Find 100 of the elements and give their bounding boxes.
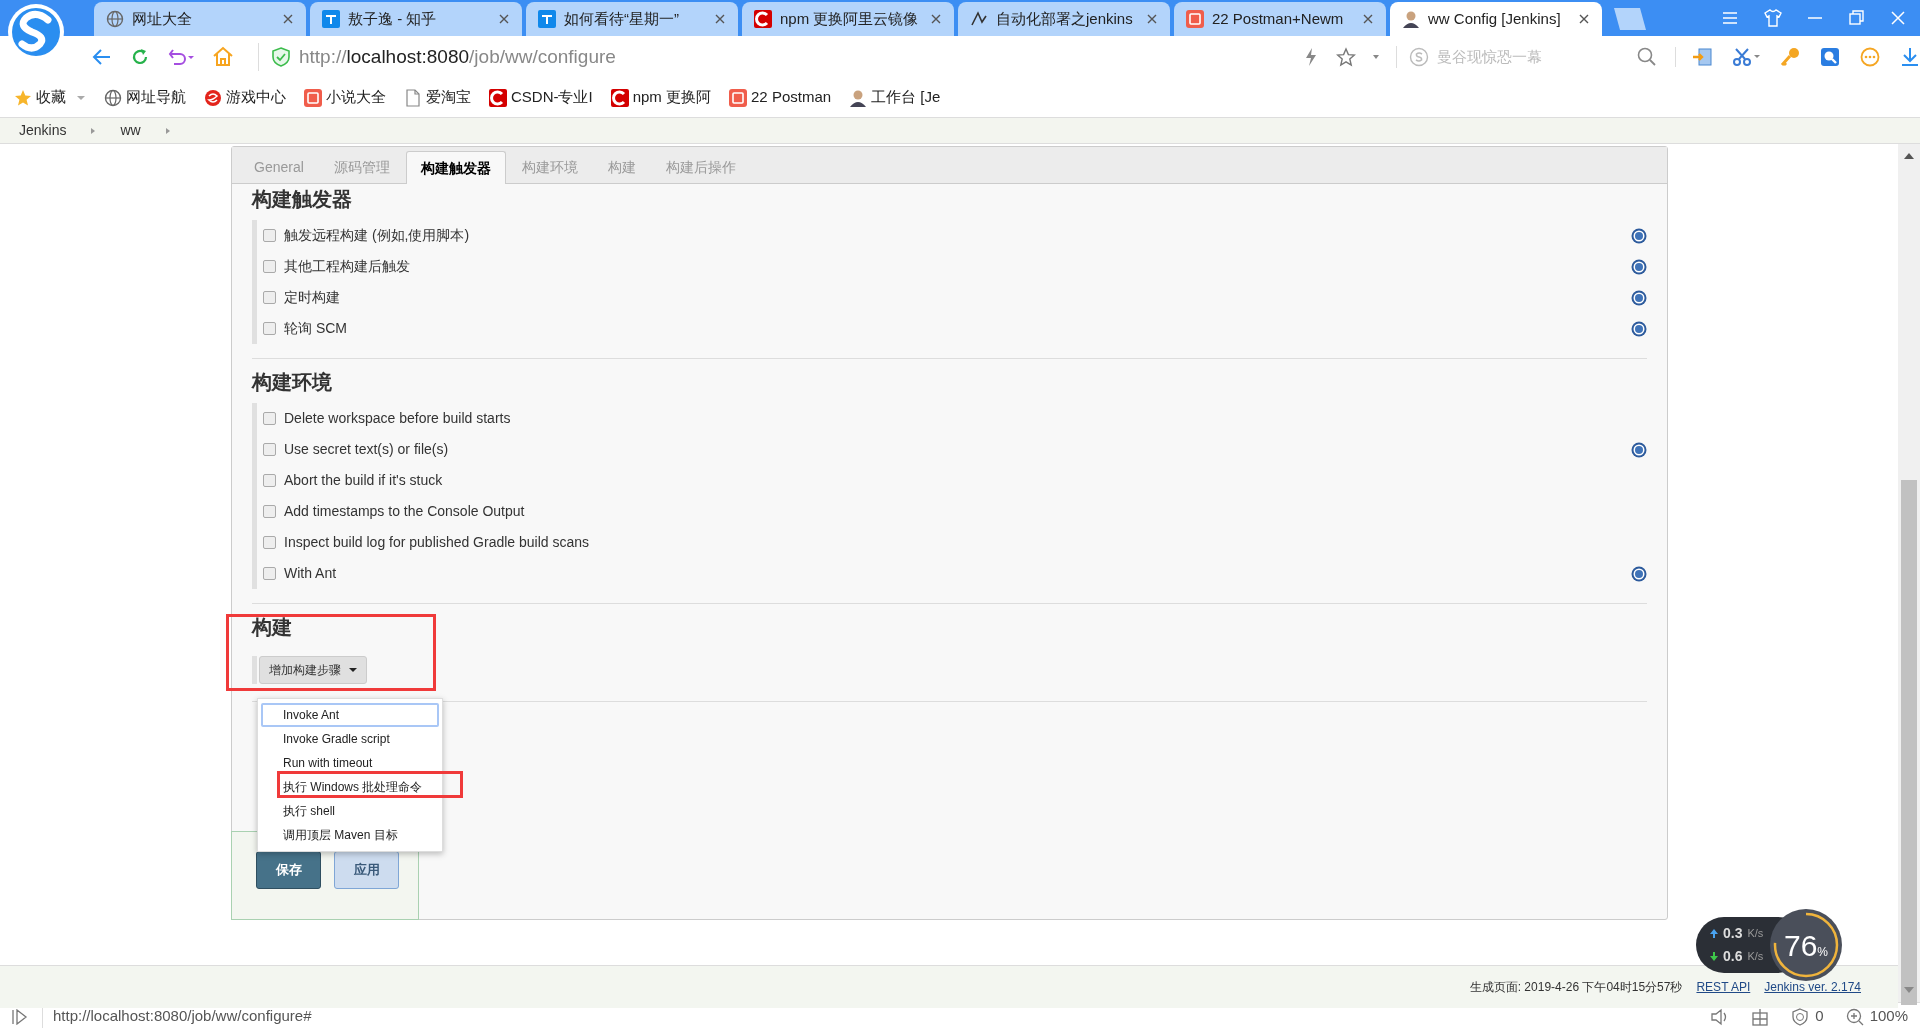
footer-link[interactable]: REST API [1696,978,1751,996]
add-build-step-button[interactable]: 增加构建步骤 [259,656,367,684]
tab-title: 敖子逸 - 知乎 [348,8,438,29]
caret-icon [349,668,357,672]
checkbox[interactable] [263,536,276,549]
globe-icon [106,10,124,28]
bookmark[interactable]: 游戏中心 [204,86,286,109]
close-icon [714,13,726,25]
tab-title: 自动化部署之jenkins [996,8,1134,29]
section-heading: 构建 [252,615,292,640]
import-icon [1692,47,1712,67]
option-label: 其他工程构建后触发 [284,257,410,276]
apply-button[interactable]: 应用 [334,851,399,889]
square-logo-icon [322,10,340,28]
bookmark[interactable]: npm 更换阿 [610,86,712,109]
menu-item[interactable]: Invoke Gradle script [283,732,390,746]
bookmark[interactable]: CSDN-专业I [489,86,593,109]
browser-tab[interactable]: ww Config [Jenkins] [1390,2,1602,36]
tab-title: 如何看待“星期一” [564,8,680,29]
square-logo-icon [538,10,556,28]
checkbox[interactable] [263,322,276,335]
bookmark[interactable]: 爱淘宝 [404,86,471,109]
checkbox[interactable] [263,505,276,518]
refresh-icon [130,47,150,67]
browser-tab[interactable]: 网址大全 [94,2,306,36]
c-logo-icon [754,10,772,28]
help-icon[interactable] [1631,565,1647,582]
help-icon[interactable] [1631,289,1647,306]
bookmark[interactable]: 小说大全 [304,86,386,109]
checkbox[interactable] [263,443,276,456]
checkbox[interactable] [263,412,276,425]
menu-item[interactable]: 调用顶层 Maven 目标 [283,828,398,842]
checkbox[interactable] [263,260,276,273]
menu-item[interactable]: 执行 shell [283,804,335,818]
close-icon [930,13,942,25]
breadcrumb-link[interactable]: Jenkins [19,120,67,141]
address-field[interactable]: http://localhost:8080/job/ww/configure [258,42,1012,72]
scroll-up-icon [1903,152,1915,160]
menu-item[interactable]: Invoke Ant [261,703,439,727]
window-grid-icon [1751,1007,1770,1026]
tab-title: ww Config [Jenkins] [1428,8,1562,29]
option-label: With Ant [284,564,337,583]
section-heading: 构建触发器 [252,187,352,212]
speed-value: 0.3 [1723,924,1743,943]
browser-tab[interactable]: npm 更换阿里云镜像 [742,2,954,36]
zoom-in-icon [1845,1007,1864,1026]
ad-block-counter[interactable]: 0 [1791,1005,1824,1028]
speed-value: 0.6 [1723,947,1743,966]
sidebar-toggle-icon [12,1008,28,1025]
scrollbar[interactable] [1898,144,1920,1002]
help-icon[interactable] [1631,227,1647,244]
tab-title: npm 更换阿里云镜像 [780,8,920,29]
browser-tab[interactable]: 22 Postman+Newm [1174,2,1386,36]
person-icon [1402,10,1420,28]
bookmark[interactable]: 工作台 [Je [849,86,941,109]
generated-time: 生成页面: 2019-4-26 下午04时15分57秒 [1469,979,1683,996]
search-icon [1637,47,1657,67]
download-arrow-icon [1710,952,1718,961]
close-icon [1578,13,1590,25]
tab-title: 网址大全 [132,8,193,29]
key-icon [1780,47,1800,67]
zoom-control[interactable]: 100% [1845,1005,1908,1028]
usage-unit: % [1817,944,1828,961]
dropdown-icon [76,94,86,101]
undo-icon [168,47,194,67]
bookmark[interactable]: 网址导航 [104,86,186,109]
upload-arrow-icon [1710,929,1718,938]
close-icon [282,13,294,25]
menu-item[interactable]: Run with timeout [283,756,373,770]
help-icon[interactable] [1631,441,1647,458]
close-icon [498,13,510,25]
help-icon[interactable] [1631,320,1647,337]
help-icon[interactable] [1631,258,1647,275]
menu-item[interactable]: 执行 Windows 批处理命令 [283,780,423,794]
checkbox[interactable] [263,291,276,304]
usage-value: 76 [1783,927,1818,964]
framed-square-icon [729,88,748,107]
browser-tab[interactable]: 自动化部署之jenkins [958,2,1170,36]
c-logo-icon [489,88,507,107]
breadcrumb-link[interactable]: ww [120,120,141,141]
section-heading: 构建环境 [252,370,332,395]
option-label: Add timestamps to the Console Output [284,502,525,521]
line-icon [970,10,988,28]
browser-tab[interactable]: 如何看待“星期一” [526,2,738,36]
footer-link[interactable]: Jenkins ver. 2.174 [1764,978,1861,996]
swirl-logo-icon [204,88,222,107]
save-button[interactable]: 保存 [256,851,321,889]
minimize-icon [1808,17,1822,19]
config-tab[interactable]: 构建触发器 [405,151,506,184]
checkbox[interactable] [263,474,276,487]
checkbox[interactable] [263,229,276,242]
home-icon [212,46,234,68]
c-logo-icon [610,88,629,107]
bookmark[interactable]: 收藏 [14,86,86,109]
shirt-icon [1764,9,1782,27]
bookmark[interactable]: 22 Postman [729,86,832,109]
checkbox[interactable] [263,567,276,580]
browser-tab[interactable]: 敖子逸 - 知乎 [310,2,522,36]
speed-unit: K/s [1747,949,1764,965]
option-label: 定时构建 [284,288,340,307]
